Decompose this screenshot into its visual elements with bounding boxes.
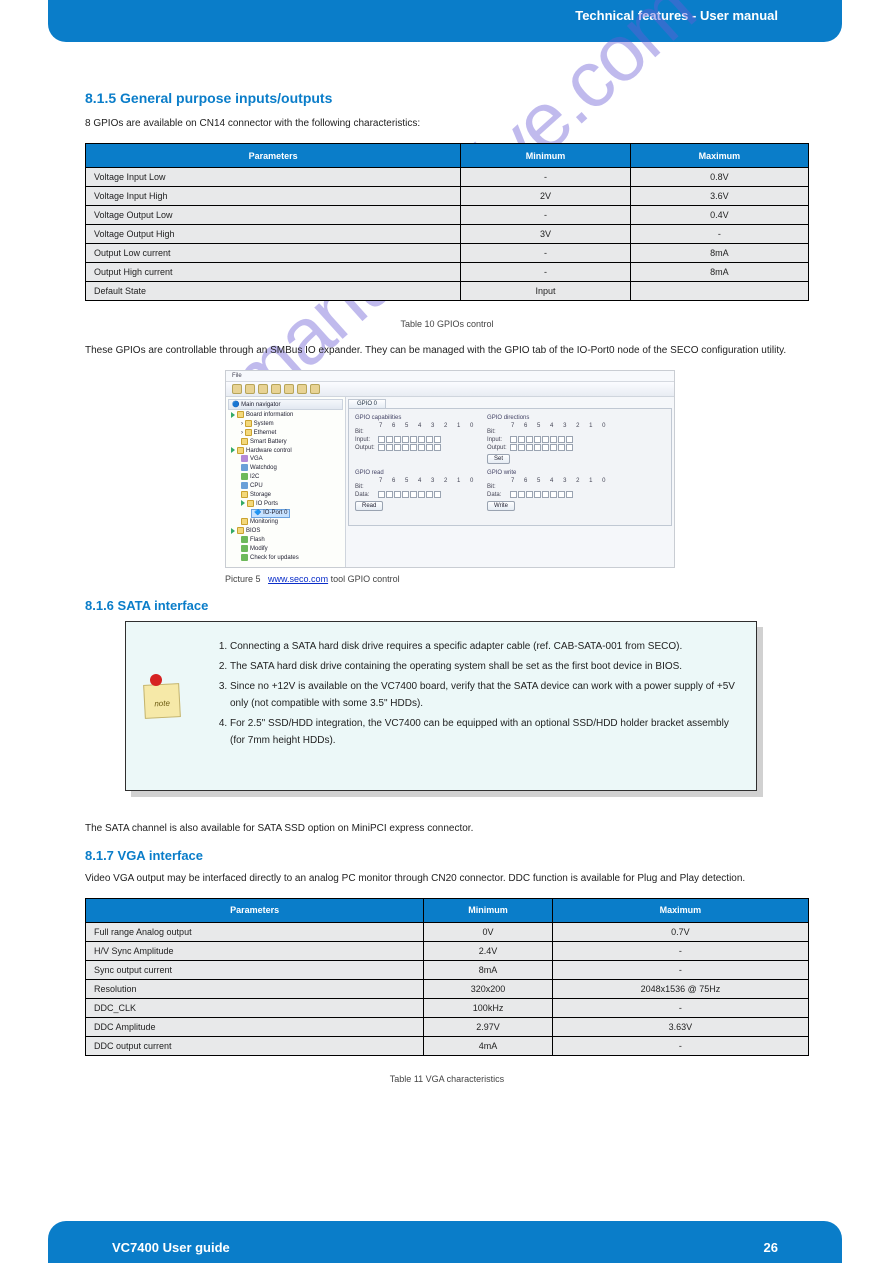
toolbar-icon[interactable]: [284, 384, 294, 394]
note-box: note Connecting a SATA hard disk drive r…: [125, 621, 757, 791]
toolbar-icon[interactable]: [232, 384, 242, 394]
nav-tree[interactable]: Board information › System › Ethernet Sm…: [228, 411, 343, 563]
note-icon: note: [144, 680, 184, 720]
col-max: Maximum: [552, 898, 808, 922]
nav-pane: 🔵 Main navigator Board information › Sys…: [226, 397, 346, 567]
set-button[interactable]: Set: [487, 454, 510, 464]
col-min: Minimum: [424, 898, 553, 922]
vga-table-caption: Table 11 VGA characteristics: [85, 1074, 809, 1084]
tree-selected-ioport0[interactable]: 🔷 IO-Port 0: [251, 509, 290, 519]
header-context: Technical features - User manual: [575, 8, 778, 23]
col-max: Maximum: [630, 144, 808, 168]
bottom-banner: VC7400 User guide 26: [48, 1221, 842, 1263]
toolbar-icon[interactable]: [245, 384, 255, 394]
table-row: Output Low current-8mA: [86, 244, 809, 263]
gpio-panel: GPIO capabilities 7 6 5 4 3 2 1 0 Bit: I…: [348, 408, 672, 526]
table-row: Sync output current8mA-: [86, 960, 809, 979]
app-toolbar[interactable]: [226, 382, 674, 397]
table-row: Resolution320x2002048x1536 @ 75Hz: [86, 979, 809, 998]
table-row: Voltage Output High3V-: [86, 225, 809, 244]
gpio-table-caption: Table 10 GPIOs control: [85, 319, 809, 329]
table-row: DDC Amplitude2.97V3.63V: [86, 1017, 809, 1036]
toolbar-icon[interactable]: [271, 384, 281, 394]
read-button[interactable]: Read: [355, 501, 383, 511]
nav-title: 🔵 Main navigator: [228, 399, 343, 410]
toolbar-icon[interactable]: [258, 384, 268, 394]
table-row: Voltage Input High2V3.6V: [86, 187, 809, 206]
screenshot-caption: Picture 5 www.seco.com tool GPIO control: [225, 574, 809, 584]
app-main: GPIO 0 GPIO capabilities 7 6 5 4 3 2 1 0…: [346, 397, 674, 567]
vga-table: Parameters Minimum Maximum Full range An…: [85, 898, 809, 1056]
table-row: Full range Analog output0V0.7V: [86, 922, 809, 941]
col-param: Parameters: [86, 898, 424, 922]
vga-text: Video VGA output may be interfaced direc…: [85, 871, 809, 886]
note-item: Connecting a SATA hard disk drive requir…: [230, 638, 736, 655]
gpio-under-text: These GPIOs are controllable through an …: [85, 343, 809, 358]
footer-title: VC7400 User guide: [112, 1240, 230, 1255]
page-number: 26: [764, 1240, 778, 1255]
section-title-vga: 8.1.7 VGA interface: [85, 848, 809, 863]
toolbar-icon[interactable]: [297, 384, 307, 394]
gpio-table: Parameters Minimum Maximum Voltage Input…: [85, 143, 809, 301]
group-write: GPIO write 7 6 5 4 3 2 1 0 Bit: Data: Wr…: [487, 470, 609, 511]
table-row: Output High current-8mA: [86, 263, 809, 282]
table-row: Voltage Input Low-0.8V: [86, 168, 809, 187]
table-row: Voltage Output Low-0.4V: [86, 206, 809, 225]
group-dir: GPIO directions 7 6 5 4 3 2 1 0 Bit: Inp…: [487, 415, 609, 464]
gpio-intro: 8 GPIOs are available on CN14 connector …: [85, 116, 809, 131]
group-read: GPIO read 7 6 5 4 3 2 1 0 Bit: Data: Rea…: [355, 470, 477, 511]
top-banner: Technical features - User manual: [48, 0, 842, 42]
section-title-gpio: 8.1.5 General purpose inputs/outputs: [85, 90, 809, 106]
app-menubar[interactable]: File: [226, 371, 674, 382]
table-row: H/V Sync Amplitude2.4V-: [86, 941, 809, 960]
page-content: 8.1.5 General purpose inputs/outputs 8 G…: [85, 90, 809, 1098]
note-item: For 2.5" SSD/HDD integration, the VC7400…: [230, 715, 736, 749]
note-item: Since no +12V is available on the VC7400…: [230, 678, 736, 712]
tab-gpio[interactable]: GPIO 0: [348, 399, 386, 408]
col-min: Minimum: [461, 144, 631, 168]
note-item: The SATA hard disk drive containing the …: [230, 658, 736, 675]
table-row: Default StateInput: [86, 282, 809, 301]
table-row: DDC_CLK100kHz-: [86, 998, 809, 1017]
write-button[interactable]: Write: [487, 501, 515, 511]
sata-after-text: The SATA channel is also available for S…: [85, 821, 809, 836]
group-caps: GPIO capabilities 7 6 5 4 3 2 1 0 Bit: I…: [355, 415, 477, 452]
seco-link[interactable]: www.seco.com: [268, 574, 328, 584]
toolbar-icon[interactable]: [310, 384, 320, 394]
table-row: DDC output current4mA-: [86, 1036, 809, 1055]
col-param: Parameters: [86, 144, 461, 168]
seco-tool-screenshot: File 🔵 Main navigator Board information …: [225, 370, 675, 568]
section-title-sata: 8.1.6 SATA interface: [85, 598, 809, 613]
